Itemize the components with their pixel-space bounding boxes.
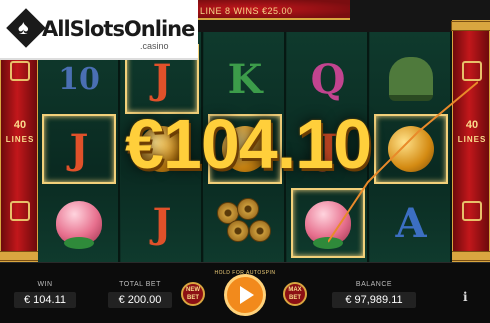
symbol-jack: J (152, 199, 172, 247)
balance-display: BALANCE € 97,989.11 (332, 281, 416, 308)
play-icon (240, 286, 254, 304)
site-logo: ♠ AllSlotsOnline .casino (0, 0, 198, 60)
info-icon[interactable]: i (463, 290, 468, 304)
total-bet-value: € 200.00 (108, 292, 172, 308)
logo-text: AllSlotsOnline (42, 17, 195, 41)
line-win-text: LINE 8 WINS €25.00 (200, 6, 293, 16)
new-bet-button[interactable]: NEW BET (181, 282, 205, 306)
spin-button[interactable] (219, 272, 271, 318)
peach-icon (42, 188, 116, 258)
lines-count: 40 (13, 119, 27, 131)
big-win-amount: €104.10 (124, 105, 372, 183)
lines-word: LINES (5, 135, 35, 144)
slot-game: LINE 8 WINS €25.00 40 LINES 40 LINES 10 … (0, 0, 490, 323)
max-bet-button[interactable]: MAX BET (283, 282, 307, 306)
balance-value: € 97,989.11 (332, 292, 416, 308)
total-bet-display: TOTAL BET € 200.00 (108, 281, 172, 308)
logo-suffix: .casino (140, 41, 169, 51)
win-display: WIN € 104.11 (14, 281, 76, 308)
coins-icon (208, 188, 282, 258)
win-value: € 104.11 (14, 292, 76, 308)
